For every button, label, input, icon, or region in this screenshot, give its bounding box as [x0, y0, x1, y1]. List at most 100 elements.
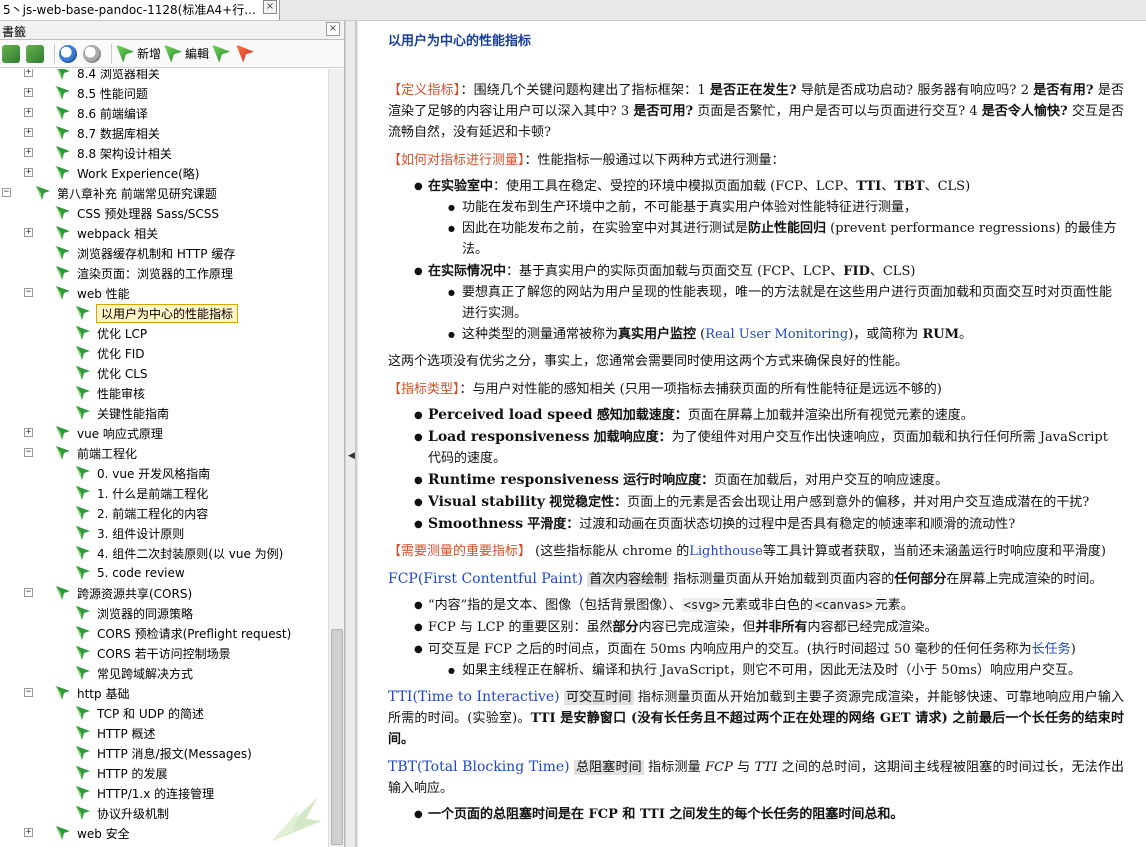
bookmark-item[interactable]: 2. 前端工程化的内容: [74, 503, 209, 523]
bookmark-label: 浏览器缓存机制和 HTTP 缓存: [77, 246, 236, 261]
bookmark-label: CORS 预检请求(Preflight request): [97, 626, 292, 641]
metric-type-en: Runtime responsiveness: [428, 472, 619, 488]
bookmark-item[interactable]: 关键性能指南: [74, 403, 170, 423]
bookmark-item[interactable]: + Work Experience(略): [24, 163, 201, 183]
bookmark-item[interactable]: 4. 组件二次封装原则(以 vue 为例): [74, 543, 284, 563]
collapse-panel-icon[interactable]: ◀: [348, 451, 355, 481]
collapse-icon[interactable]: −: [2, 188, 11, 197]
bookmark-item[interactable]: 浏览器缓存机制和 HTTP 缓存: [54, 243, 236, 263]
field-sub-bold: 真实用户监控: [618, 327, 697, 342]
edit-bookmark-icon: [164, 44, 183, 63]
bookmark-item[interactable]: − 第八章补充 前端常见研究课题: [2, 183, 218, 203]
new-bookmark-button[interactable]: 新增: [116, 43, 161, 65]
fcp-link[interactable]: FCP(First Contentful Paint): [388, 571, 583, 587]
bookmark-item[interactable]: + webpack 相关: [24, 223, 159, 243]
lighthouse-link[interactable]: Lighthouse: [689, 544, 763, 559]
bookmark-item[interactable]: CORS 若干访问控制场景: [74, 643, 232, 663]
long-task-link[interactable]: 长任务: [1032, 642, 1071, 657]
bookmark-item[interactable]: − http 基础: [24, 683, 130, 703]
expand-icon[interactable]: +: [24, 148, 33, 157]
collapse-icon[interactable]: −: [24, 688, 33, 697]
measure-paragraph: 【如何对指标进行测量】：性能指标一般通过以下两种方式进行测量：: [388, 150, 1124, 171]
bookmark-item[interactable]: +8.6 前端编译: [24, 103, 149, 123]
expand-icon[interactable]: +: [24, 88, 33, 97]
expand-icon[interactable]: +: [24, 128, 33, 137]
document-tab[interactable]: 5丶js-web-base-pandoc-1128(标准A4+行...: [0, 0, 280, 20]
bookmark-item[interactable]: CSS 预处理器 Sass/SCSS: [54, 203, 220, 223]
expand-icon[interactable]: +: [24, 168, 33, 177]
bookmark-item[interactable]: 性能审核: [74, 383, 146, 403]
bookmark-item[interactable]: 0. vue 开发风格指南: [74, 463, 211, 483]
bookmark-item[interactable]: 渲染页面：浏览器的工作原理: [54, 263, 234, 283]
bookmark-item[interactable]: HTTP 消息/报文(Messages): [74, 743, 253, 763]
bookmark-item[interactable]: 优化 FID: [74, 343, 146, 363]
bookmark-label: 8.8 架构设计相关: [77, 146, 172, 161]
collapse-all-button[interactable]: [26, 43, 47, 65]
expand-icon[interactable]: +: [24, 428, 33, 437]
list-item: “内容”指的是文本、图像（包括背景图像）、<svg>元素或非白色的<canvas…: [414, 595, 1124, 616]
expand-all-button[interactable]: [2, 43, 23, 65]
expand-icon[interactable]: +: [24, 69, 33, 77]
zoom-out-button[interactable]: [83, 43, 104, 65]
tbt-link[interactable]: TBT(Total Blocking Time): [388, 759, 570, 775]
fcp-sublist: 如果主线程正在解析、编译和执行 JavaScript，则它不可用，因此无法及时（…: [448, 660, 1124, 681]
bookmark-icon: [74, 504, 92, 522]
bookmark-item[interactable]: 以用户为中心的性能指标: [74, 303, 239, 323]
rum-link[interactable]: Real User Monitoring: [705, 327, 848, 342]
collapse-icon[interactable]: −: [24, 288, 33, 297]
bookmark-item[interactable]: +8.8 架构设计相关: [24, 143, 173, 163]
bookmark-item[interactable]: 浏览器的同源策略: [74, 603, 194, 623]
bookmark-item[interactable]: − 前端工程化: [24, 443, 138, 463]
bookmark-item[interactable]: 1. 什么是前端工程化: [74, 483, 209, 503]
bookmark-item[interactable]: − web 性能: [24, 283, 131, 303]
bookmark-item[interactable]: +8.5 性能问题: [24, 83, 149, 103]
bookmark-item[interactable]: HTTP 概述: [74, 723, 157, 743]
bookmark-label: CORS 若干访问控制场景: [97, 646, 231, 661]
bookmark-label: 8.5 性能问题: [77, 86, 148, 101]
bookmark-item[interactable]: 3. 组件设计原则: [74, 523, 185, 543]
expand-icon[interactable]: +: [24, 108, 33, 117]
question-1: 是否正在发生?: [709, 83, 797, 98]
close-panel-icon[interactable]: ×: [326, 22, 340, 36]
lab-text: ：使用工具在稳定、受控的环境中模拟页面加载 (FCP、LCP、: [493, 179, 857, 194]
bookmark-label: 性能审核: [97, 386, 146, 401]
bookmark-item[interactable]: +8.4 浏览器相关: [24, 69, 161, 83]
zoom-in-button[interactable]: [59, 43, 80, 65]
expand-icon[interactable]: +: [24, 228, 33, 237]
bookmark-item[interactable]: +8.7 数据库相关: [24, 123, 161, 143]
expand-icon[interactable]: +: [24, 828, 33, 837]
fcp-sub-text: ): [1070, 642, 1076, 657]
bookmark-item[interactable]: CORS 预检请求(Preflight request): [74, 623, 292, 643]
bookmark-item[interactable]: 协议升级机制: [74, 803, 170, 823]
edit-bookmark-button[interactable]: 編輯: [164, 43, 209, 65]
bookmark-item[interactable]: 优化 LCP: [74, 323, 148, 343]
bookmark-item[interactable]: 优化 CLS: [74, 363, 149, 383]
bookmark-item[interactable]: + vue 响应式原理: [24, 423, 164, 443]
list-item: 可交互是 FCP 之后的时间点，页面在 50ms 内响应用户的交互。(执行时间超…: [414, 639, 1124, 681]
bookmark-item[interactable]: HTTP/1.x 的连接管理: [74, 783, 215, 803]
bookmark-label: 以用户为中心的性能指标: [96, 303, 239, 323]
bookmark-item[interactable]: − 跨源资源共享(CORS): [24, 583, 193, 603]
bookmark-label: webpack 相关: [77, 226, 159, 241]
bookmark-item[interactable]: TCP 和 UDP 的简述: [74, 703, 205, 723]
bookmarks-scrollbar[interactable]: [328, 69, 344, 847]
delete-bookmark-button[interactable]: [236, 43, 257, 65]
measure-text: ：性能指标一般通过以下两种方式进行测量：: [524, 153, 785, 168]
bookmark-item[interactable]: 5. code review: [74, 563, 186, 583]
bookmark-item[interactable]: + web 安全: [24, 823, 131, 843]
field-sub-text: 这种类型的测量通常被称为: [462, 327, 619, 342]
close-tab-icon[interactable]: ×: [263, 0, 277, 14]
goto-bookmark-button[interactable]: [212, 43, 233, 65]
bookmark-item[interactable]: HTTP 的发展: [74, 763, 169, 783]
collapse-icon[interactable]: −: [24, 588, 33, 597]
bookmark-item[interactable]: 常见跨域解决方式: [74, 663, 194, 683]
bookmark-icon: [74, 524, 92, 542]
toolbar-divider: [111, 43, 112, 64]
bookmark-icon: [54, 264, 72, 282]
bookmarks-scrollbar-thumb[interactable]: [331, 629, 343, 845]
tti-link[interactable]: TTI(Time to Interactive): [388, 689, 560, 705]
bookmark-icon: [74, 704, 92, 722]
list-item: 在实际情况中：基于真实用户的实际页面加载与页面交互 (FCP、LCP、FID、C…: [414, 261, 1124, 345]
collapse-icon[interactable]: −: [24, 448, 33, 457]
panel-splitter[interactable]: ◀: [345, 21, 355, 847]
